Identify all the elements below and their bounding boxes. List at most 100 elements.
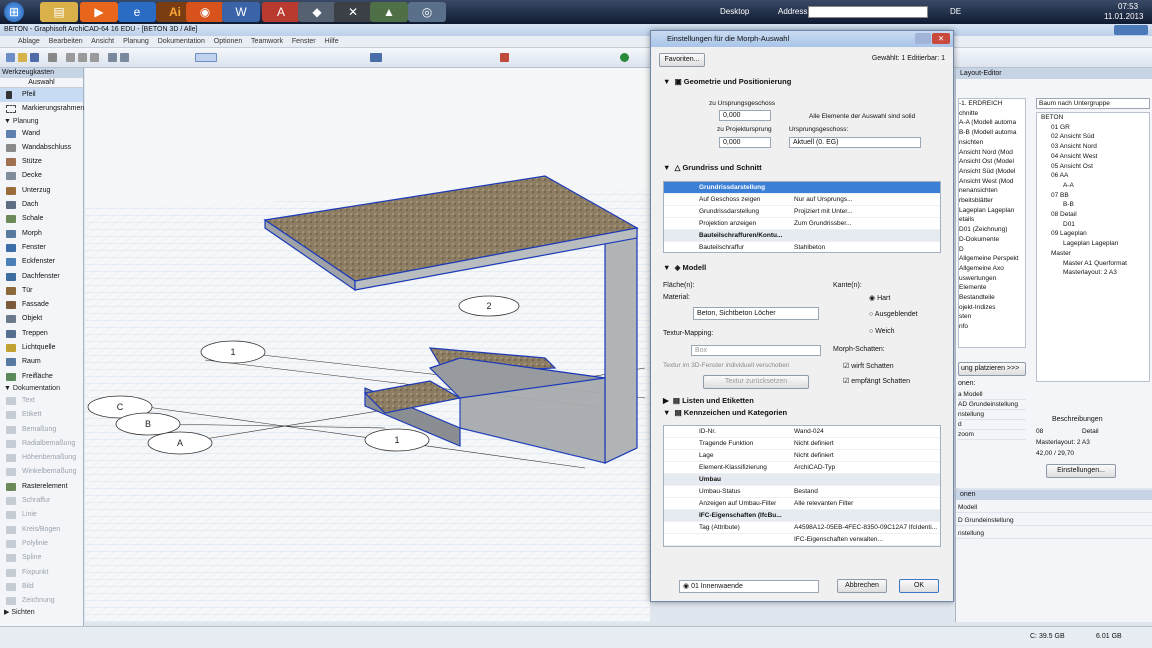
desc-row[interactable]: 42,00 / 29,70	[1036, 448, 1150, 459]
menu-teamwork[interactable]: Teamwork	[251, 38, 283, 45]
list-item[interactable]: nenansichten	[959, 186, 1025, 196]
tool-radialbemaßung[interactable]: Radialbemaßung	[0, 437, 83, 451]
table-row[interactable]: ID-Nr. Wand-024	[664, 426, 940, 438]
help-button[interactable]	[915, 33, 931, 44]
edge-soft[interactable]: ○ Weich	[869, 328, 895, 335]
list-item[interactable]: Lageplan Lageplan	[959, 206, 1025, 216]
tool-pfeil[interactable]: Pfeil	[0, 88, 83, 103]
list-item[interactable]: chnitte	[959, 109, 1025, 119]
tool-spline[interactable]: Spline	[0, 551, 83, 565]
menu-optionen[interactable]: Optionen	[214, 38, 242, 45]
list-item[interactable]: 09 Lageplan	[1041, 229, 1149, 239]
tool-wand[interactable]: Wand	[0, 127, 83, 141]
tool-text[interactable]: Text	[0, 394, 83, 408]
receive-shadows-checkbox[interactable]: ☑ empfängt Schatten	[843, 377, 910, 385]
list-item[interactable]: ojekt-Indizes	[959, 303, 1025, 313]
tool-objekt[interactable]: Objekt	[0, 312, 83, 326]
material-select[interactable]: Beton, Sichtbeton Löcher	[693, 307, 819, 320]
list-item[interactable]: 06 AA	[1041, 171, 1149, 181]
list-item[interactable]: nfo	[959, 322, 1025, 332]
list-item[interactable]: Masterlayout: 2 A3	[1041, 268, 1149, 278]
table-row[interactable]: Tragende Funktion Nicht definiert	[664, 438, 940, 450]
table-row[interactable]: Tag (Attribute) A4598A12-05EB-4FEC-8350-0…	[664, 522, 940, 534]
tree-mode-select[interactable]: Baum nach Untergruppe	[1036, 98, 1150, 109]
list-item[interactable]: 07 BB	[1041, 191, 1149, 201]
menu-hilfe[interactable]: Hilfe	[325, 38, 339, 45]
cancel-button[interactable]: Abbrechen	[837, 579, 887, 593]
new-icon[interactable]	[6, 53, 15, 62]
acrobat-icon[interactable]: A	[262, 2, 300, 22]
list-item[interactable]: A-A (Modell automa	[959, 118, 1025, 128]
status-icon[interactable]	[620, 53, 629, 62]
list-item[interactable]: Master	[1041, 249, 1149, 259]
list-item[interactable]: 05 Ansicht Ost	[1041, 162, 1149, 172]
list-item[interactable]: Elemente	[959, 283, 1025, 293]
options-menu-item[interactable]: d	[958, 420, 1026, 430]
tool-fassade[interactable]: Fassade	[0, 298, 83, 312]
list-item[interactable]: Ansicht Ost (Model	[959, 157, 1025, 167]
firefox-icon[interactable]: ◉	[186, 2, 224, 22]
table-row[interactable]: Grundrissdarstellung	[664, 182, 940, 194]
tool-winkelbemaßung[interactable]: Winkelbemaßung	[0, 465, 83, 479]
open-icon[interactable]	[18, 53, 27, 62]
3d-model-canvas[interactable]: 1 C B A 1 2	[85, 68, 650, 622]
list-item[interactable]: D01 (Zeichnung)	[959, 225, 1025, 235]
menu-bearbeiten[interactable]: Bearbeiten	[49, 38, 83, 45]
paste-icon[interactable]	[90, 53, 99, 62]
list-item[interactable]: sten	[959, 312, 1025, 322]
list-item[interactable]: D-Dokumente	[959, 235, 1025, 245]
tool-bild[interactable]: Bild	[0, 580, 83, 594]
copy-icon[interactable]	[78, 53, 87, 62]
list-item[interactable]: -1. ERDREICH	[959, 99, 1025, 109]
list-item[interactable]: B-B	[1041, 200, 1149, 210]
list-item[interactable]: Lageplan Lageplan	[1041, 239, 1149, 249]
layer-select[interactable]: ◉ 01 Innenwaende	[679, 580, 819, 593]
options-menu-item[interactable]: zoom	[958, 430, 1026, 440]
tool-tür[interactable]: Tür	[0, 284, 83, 298]
tool-raum[interactable]: Raum	[0, 355, 83, 369]
tool-höhenbemaßung[interactable]: Höhenbemaßung	[0, 451, 83, 465]
table-row[interactable]: Grundrissdarstellung Projiziert mit Unter…	[664, 206, 940, 218]
list-item[interactable]: Ansicht Nord (Mod	[959, 148, 1025, 158]
favorites-button[interactable]: Favoriten...	[659, 53, 705, 67]
table-row[interactable]: Anzeigen auf Umbau-Filter Alle relevanten…	[664, 498, 940, 510]
list-item[interactable]: 03 Ansicht Nord	[1041, 142, 1149, 152]
tool-fenster[interactable]: Fenster	[0, 241, 83, 255]
tool-treppen[interactable]: Treppen	[0, 327, 83, 341]
list-item[interactable]: Allgemeine Perspekt	[959, 254, 1025, 264]
print-icon[interactable]	[48, 53, 57, 62]
media-player-icon[interactable]: ▶	[80, 2, 118, 22]
texture-select[interactable]: Box	[691, 345, 821, 356]
start-icon[interactable]: ⊞	[4, 2, 24, 22]
secondary-item[interactable]: D Grundeinstellung	[956, 515, 1152, 526]
desc-row[interactable]: 08 Detail	[1036, 426, 1150, 437]
tool-dach[interactable]: Dach	[0, 198, 83, 212]
explorer-icon[interactable]: ▤	[40, 2, 78, 22]
table-row[interactable]: Bauteilschraffuren/Kontu...	[664, 230, 940, 242]
app-icon[interactable]: ◆	[298, 2, 336, 22]
3d-viewport[interactable]: 1 C B A 1 2	[85, 68, 650, 622]
window-controls[interactable]	[1114, 25, 1148, 35]
to-story-input[interactable]: 0,000	[719, 110, 771, 121]
tool-zeichnung[interactable]: Zeichnung	[0, 594, 83, 608]
tool-decke[interactable]: Decke	[0, 169, 83, 183]
edge-hard[interactable]: ◉ Hart	[869, 294, 890, 302]
layout-tree[interactable]: BETON 01 GR 02 Ansicht Süd 03 Ansicht Nord 0…	[1036, 112, 1150, 382]
table-row[interactable]: Element-Klassifizierung ArchiCAD-Typ	[664, 462, 940, 474]
undo-icon[interactable]	[108, 53, 117, 62]
section-planung[interactable]: ▼ Planung	[0, 117, 83, 127]
table-row[interactable]: Projektion anzeigen Zum Grundrissber...	[664, 218, 940, 230]
options-menu-item[interactable]: AD Grundeinstellung	[958, 400, 1026, 410]
tool-fixpunkt[interactable]: Fixpunkt	[0, 566, 83, 580]
selection-mode-icon[interactable]	[195, 53, 217, 62]
to-proj-input[interactable]: 0,000	[719, 137, 771, 148]
list-item[interactable]: 01 GR	[1041, 123, 1149, 133]
section-ids[interactable]: ▼ ▤ Kennzeichen und Kategorien	[663, 408, 787, 417]
tool-etikett[interactable]: Etikett	[0, 408, 83, 422]
menu-ansicht[interactable]: Ansicht	[91, 38, 114, 45]
secondary-item[interactable]: Modell	[956, 502, 1152, 513]
list-item[interactable]: etails	[959, 215, 1025, 225]
menu-fenster[interactable]: Fenster	[292, 38, 316, 45]
list-item[interactable]: 02 Ansicht Süd	[1041, 132, 1149, 142]
table-row[interactable]: IFC-Eigenschaften (IfcBu...	[664, 510, 940, 522]
